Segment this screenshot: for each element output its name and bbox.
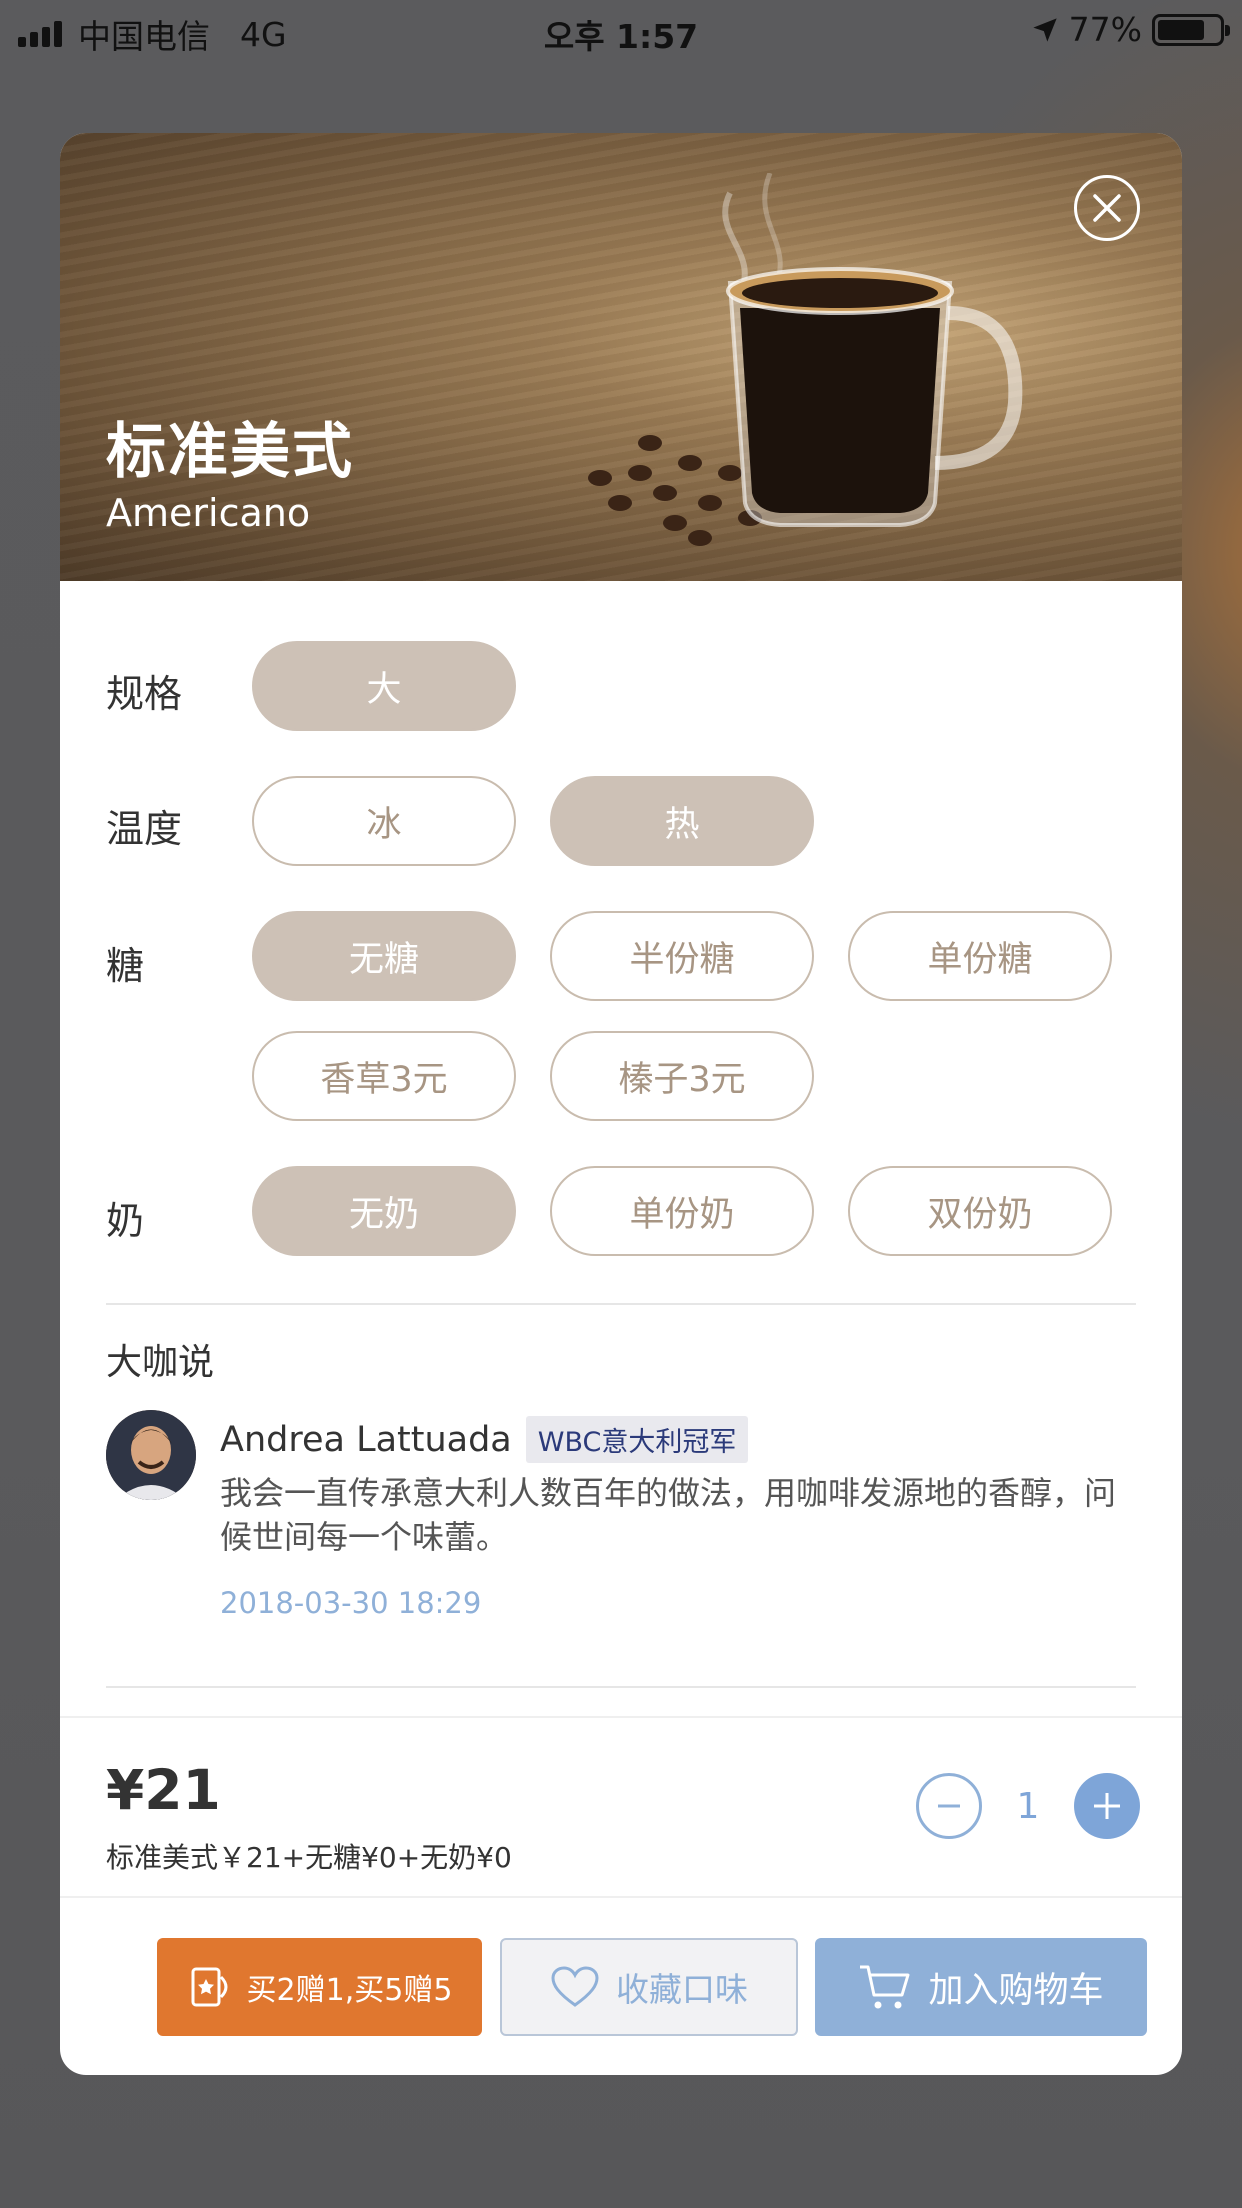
promotion-label: 买2赠1,买5赠5 [246, 1973, 453, 2008]
product-detail-modal: 标准美式 Americano 规格 大 温度 冰 热 糖 无糖 半份糖 单份糖 … [60, 133, 1182, 2075]
author-badge: WBC意大利冠军 [525, 1416, 749, 1463]
option-label-size: 规格 [106, 672, 183, 716]
divider [60, 1716, 1182, 1718]
close-icon [1093, 194, 1121, 222]
decrease-quantity-button[interactable] [916, 1773, 982, 1839]
chip-sugar-hazelnut[interactable]: 榛子3元 [550, 1031, 814, 1121]
divider [106, 1303, 1136, 1305]
chip-milk-double[interactable]: 双份奶 [848, 1166, 1112, 1256]
review-timestamp: 2018-03-30 18:29 [220, 1586, 482, 1620]
divider [60, 1896, 1182, 1898]
review-quote: 我会一直传承意大利人数百年的做法，用咖啡发源地的香醇，问候世间每一个味蕾。 [220, 1474, 1117, 1556]
chip-sugar-vanilla[interactable]: 香草3元 [252, 1031, 516, 1121]
favorite-button[interactable]: 收藏口味 [500, 1938, 798, 2036]
heart-icon [551, 1966, 599, 2007]
chip-temperature-hot[interactable]: 热 [550, 776, 814, 866]
quantity-value: 1 [1016, 1785, 1040, 1827]
person-portrait-icon [106, 1410, 196, 1500]
shopping-cart-icon [860, 1965, 910, 2009]
promotion-button[interactable]: 买2赠1,买5赠5 [157, 1938, 482, 2036]
plus-icon [1094, 1793, 1120, 1819]
favorite-label: 收藏口味 [616, 1970, 748, 2009]
avatar [106, 1410, 196, 1500]
increase-quantity-button[interactable] [1074, 1773, 1140, 1839]
chip-size-large[interactable]: 大 [252, 641, 516, 731]
chip-temperature-ice[interactable]: 冰 [252, 776, 516, 866]
product-name-en: Americano [106, 491, 311, 535]
chip-milk-none[interactable]: 无奶 [252, 1166, 516, 1256]
option-label-milk: 奶 [106, 1199, 145, 1243]
option-label-temperature: 温度 [106, 807, 183, 851]
close-button[interactable] [1074, 175, 1140, 241]
review-author-line: Andrea Lattuada WBC意大利冠军 [220, 1416, 749, 1463]
minus-icon [938, 1804, 960, 1808]
product-name-cn: 标准美式 [106, 417, 354, 487]
chip-sugar-half[interactable]: 半份糖 [550, 911, 814, 1001]
add-to-cart-button[interactable]: 加入购物车 [815, 1938, 1147, 2036]
total-price: ¥21 [106, 1758, 221, 1822]
battery-level [1158, 19, 1205, 40]
battery-percent: 77% [1068, 10, 1142, 49]
review-section-title: 大咖说 [106, 1342, 215, 1383]
battery-icon [1152, 13, 1230, 46]
chip-milk-single[interactable]: 单份奶 [550, 1166, 814, 1256]
quantity-stepper: 1 [916, 1773, 1140, 1839]
add-to-cart-label: 加入购物车 [928, 1970, 1104, 2011]
price-breakdown: 标准美式￥21+无糖¥0+无奶¥0 [106, 1841, 512, 1874]
option-label-sugar: 糖 [106, 944, 145, 988]
product-hero-image: 标准美式 Americano [60, 133, 1182, 581]
coupon-icon [191, 1967, 228, 2007]
review-author: Andrea Lattuada [220, 1419, 512, 1460]
coffee-cup-illustration [588, 173, 1023, 546]
status-bar: 中国电信 4G 오후 1:57 77% [0, 0, 1242, 60]
chip-sugar-single[interactable]: 单份糖 [848, 911, 1112, 1001]
location-arrow-icon [1032, 17, 1057, 42]
divider [106, 1686, 1136, 1688]
chip-sugar-none[interactable]: 无糖 [252, 911, 516, 1001]
